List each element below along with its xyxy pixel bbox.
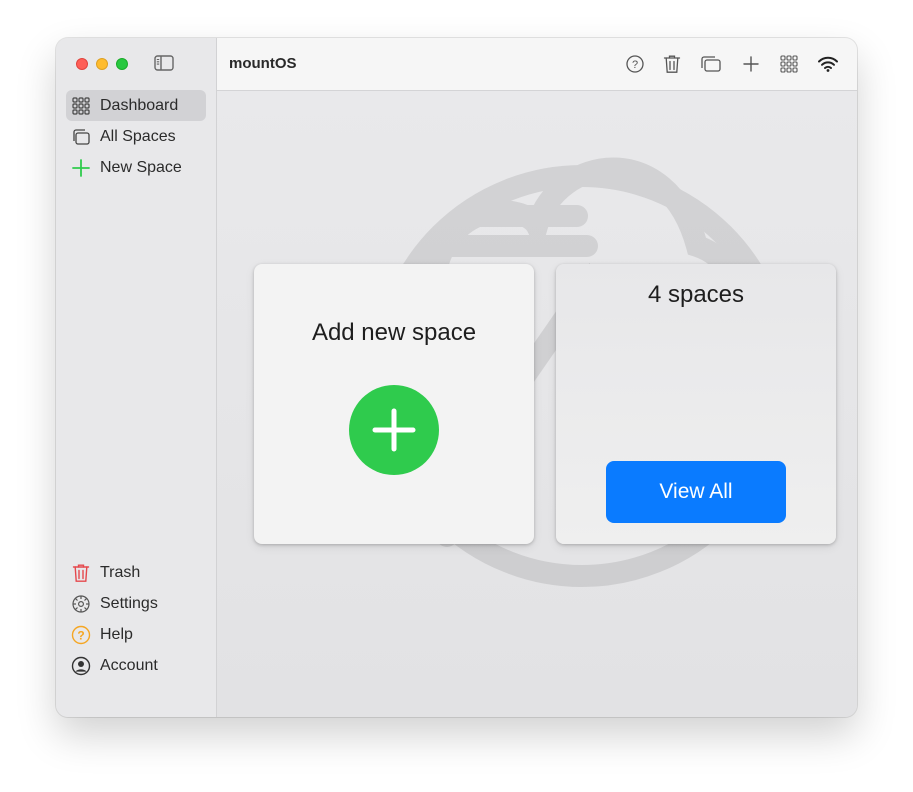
svg-text:?: ? bbox=[632, 59, 638, 71]
add-space-card[interactable]: Add new space bbox=[254, 264, 534, 544]
spaces-count: 4 spaces bbox=[647, 281, 745, 308]
person-icon bbox=[71, 656, 91, 676]
sidebar-item-trash[interactable]: Trash bbox=[66, 557, 206, 588]
sidebar-item-help[interactable]: ? Help bbox=[66, 619, 206, 650]
minimize-window-button[interactable] bbox=[96, 58, 108, 70]
svg-text:?: ? bbox=[77, 628, 84, 642]
main-content: Add new space 4 spaces View All bbox=[217, 91, 857, 717]
trash-icon[interactable] bbox=[661, 53, 683, 75]
app-window: Dashboard All Spaces New Space Trash Set… bbox=[56, 38, 857, 717]
sidebar-nav: Dashboard All Spaces New Space bbox=[66, 90, 206, 183]
app-title: mountOS bbox=[229, 55, 297, 72]
toolbar: mountOS ? bbox=[217, 38, 857, 91]
sidebar-item-label: Account bbox=[100, 656, 158, 674]
sidebar-item-label: Trash bbox=[100, 563, 141, 581]
zoom-window-button[interactable] bbox=[116, 58, 128, 70]
trash-icon bbox=[71, 563, 91, 583]
sidebar-item-label: Settings bbox=[100, 594, 158, 612]
plus-icon[interactable] bbox=[740, 53, 762, 75]
sidebar: Dashboard All Spaces New Space Trash Set… bbox=[56, 38, 217, 717]
sidebar-item-all-spaces[interactable]: All Spaces bbox=[66, 121, 206, 152]
grid-icon bbox=[71, 96, 91, 116]
grid-icon[interactable] bbox=[778, 53, 800, 75]
add-space-button[interactable] bbox=[349, 385, 439, 475]
sidebar-item-account[interactable]: Account bbox=[66, 650, 206, 681]
wifi-icon[interactable] bbox=[817, 53, 839, 75]
question-icon: ? bbox=[71, 625, 91, 645]
sidebar-item-dashboard[interactable]: Dashboard bbox=[66, 90, 206, 121]
sidebar-item-label: Help bbox=[100, 625, 133, 643]
sidebar-item-label: Dashboard bbox=[100, 96, 179, 114]
add-space-title: Add new space bbox=[311, 319, 477, 346]
stacked-windows-icon[interactable] bbox=[700, 53, 722, 75]
sidebar-item-label: New Space bbox=[100, 158, 182, 176]
spaces-summary-card: 4 spaces View All bbox=[556, 264, 836, 544]
plus-icon bbox=[71, 158, 91, 178]
sidebar-toggle-icon[interactable] bbox=[154, 55, 174, 71]
sidebar-item-new-space[interactable]: New Space bbox=[66, 152, 206, 183]
view-all-button[interactable]: View All bbox=[606, 461, 786, 523]
plus-icon bbox=[372, 408, 416, 452]
help-icon[interactable]: ? bbox=[624, 53, 646, 75]
close-window-button[interactable] bbox=[76, 58, 88, 70]
gear-icon bbox=[71, 594, 91, 614]
stacked-windows-icon bbox=[71, 127, 91, 147]
window-controls bbox=[76, 58, 128, 70]
sidebar-item-settings[interactable]: Settings bbox=[66, 588, 206, 619]
sidebar-item-label: All Spaces bbox=[100, 127, 176, 145]
sidebar-bottom-nav: Trash Settings ? Help Account bbox=[66, 557, 206, 681]
